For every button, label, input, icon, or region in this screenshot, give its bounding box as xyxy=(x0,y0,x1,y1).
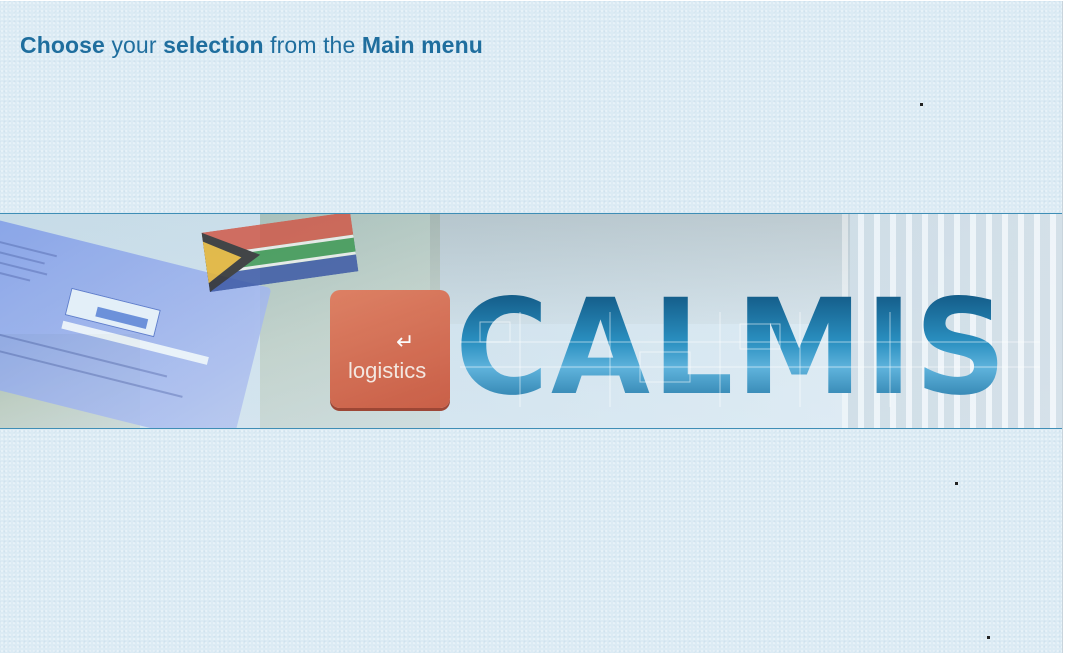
logistics-key-image: ↵ logistics xyxy=(330,290,450,408)
stray-pixel xyxy=(920,103,923,106)
headline-your: your xyxy=(104,32,164,58)
logistics-key-label: logistics xyxy=(348,358,427,383)
stray-pixel xyxy=(955,482,958,485)
calmis-banner: ↵ logistics CALMIS xyxy=(0,213,1062,429)
headline-from-the: from the xyxy=(263,32,362,58)
stray-pixel xyxy=(987,636,990,639)
headline-choose: Choose xyxy=(20,32,105,58)
headline-selection: selection xyxy=(163,32,264,58)
headline-main-menu: Main menu xyxy=(361,32,483,58)
calmis-logo: CALMIS xyxy=(455,271,1009,425)
main-page: Choose your selection from the Main menu xyxy=(0,1,1063,653)
return-arrow-icon: ↵ xyxy=(396,330,415,355)
page-headline: Choose your selection from the Main menu xyxy=(20,32,483,59)
